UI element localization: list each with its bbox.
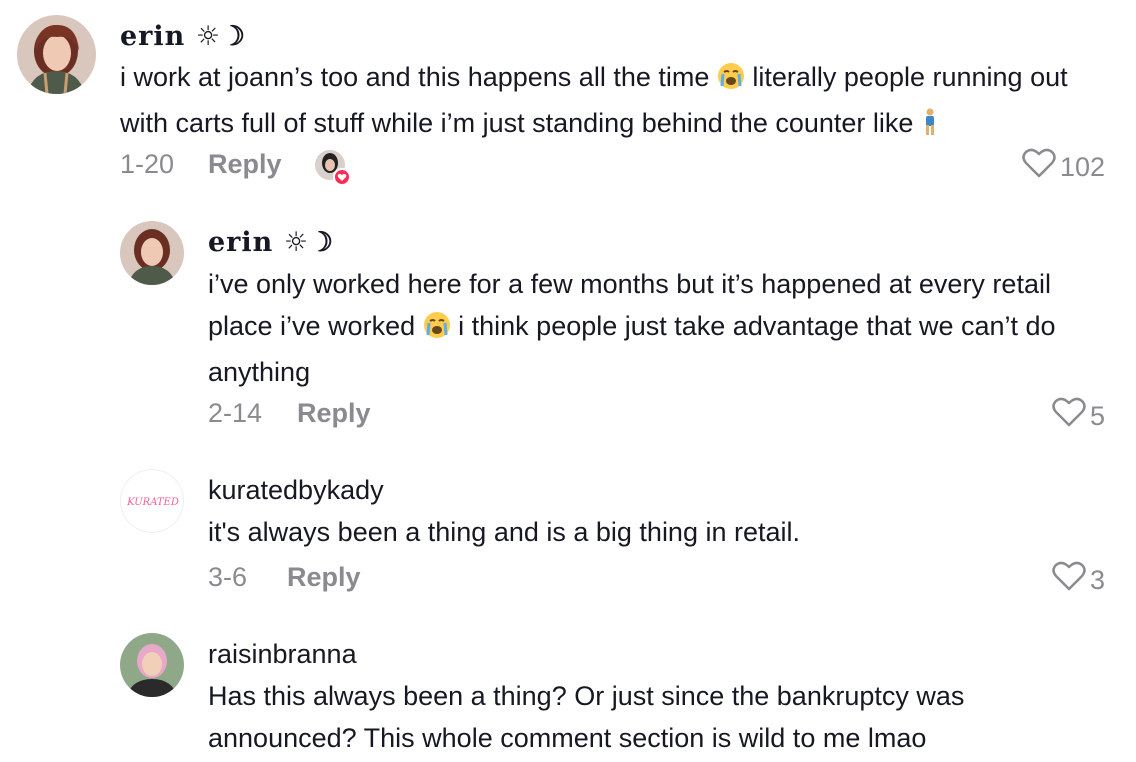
comment-username[interactable]: kuratedbykady: [208, 473, 384, 507]
reply-button[interactable]: Reply: [287, 560, 361, 594]
like-count: 5: [1090, 401, 1106, 431]
comment-date: 2-14: [208, 398, 263, 428]
heart-outline-icon: [1052, 560, 1086, 600]
comment-text: it's always been a thing and is a big th…: [208, 517, 801, 547]
kurated-logo-text: KURATED: [126, 497, 179, 508]
comment-username[interactable]: erin ☼☽: [208, 226, 334, 260]
comment-username[interactable]: erin ☼☽: [120, 20, 246, 54]
comment-text: i work at joann’s too and this happens a…: [120, 56, 1120, 148]
avatar[interactable]: [120, 633, 184, 697]
comment-date: 3-6: [208, 562, 248, 592]
comment-date: 1-20: [120, 149, 175, 179]
comment-text: i’ve only worked here for a few months b…: [208, 263, 1118, 393]
like-button[interactable]: 3: [1052, 560, 1105, 600]
comment-text: Has this always been a thing? Or just si…: [208, 681, 965, 753]
like-count: 3: [1090, 565, 1106, 595]
avatar[interactable]: [120, 221, 184, 285]
heart-outline-icon: [1022, 147, 1056, 187]
reply-button[interactable]: Reply: [297, 396, 371, 430]
like-button[interactable]: 102: [1022, 147, 1105, 187]
reply-button[interactable]: Reply: [208, 147, 282, 181]
like-count: 102: [1060, 152, 1106, 182]
standing-person-icon: [921, 106, 939, 148]
loudly-crying-face-icon: [717, 60, 745, 102]
comment-text-part1: i work at joann’s too and this happens a…: [120, 62, 710, 92]
avatar[interactable]: [17, 15, 96, 94]
like-button[interactable]: 5: [1052, 396, 1105, 436]
avatar[interactable]: KURATED: [120, 469, 184, 533]
creator-liked-avatar: [314, 149, 351, 186]
heart-outline-icon: [1052, 396, 1086, 436]
comment-username[interactable]: raisinbranna: [208, 637, 357, 671]
loudly-crying-face-icon: [423, 309, 451, 351]
